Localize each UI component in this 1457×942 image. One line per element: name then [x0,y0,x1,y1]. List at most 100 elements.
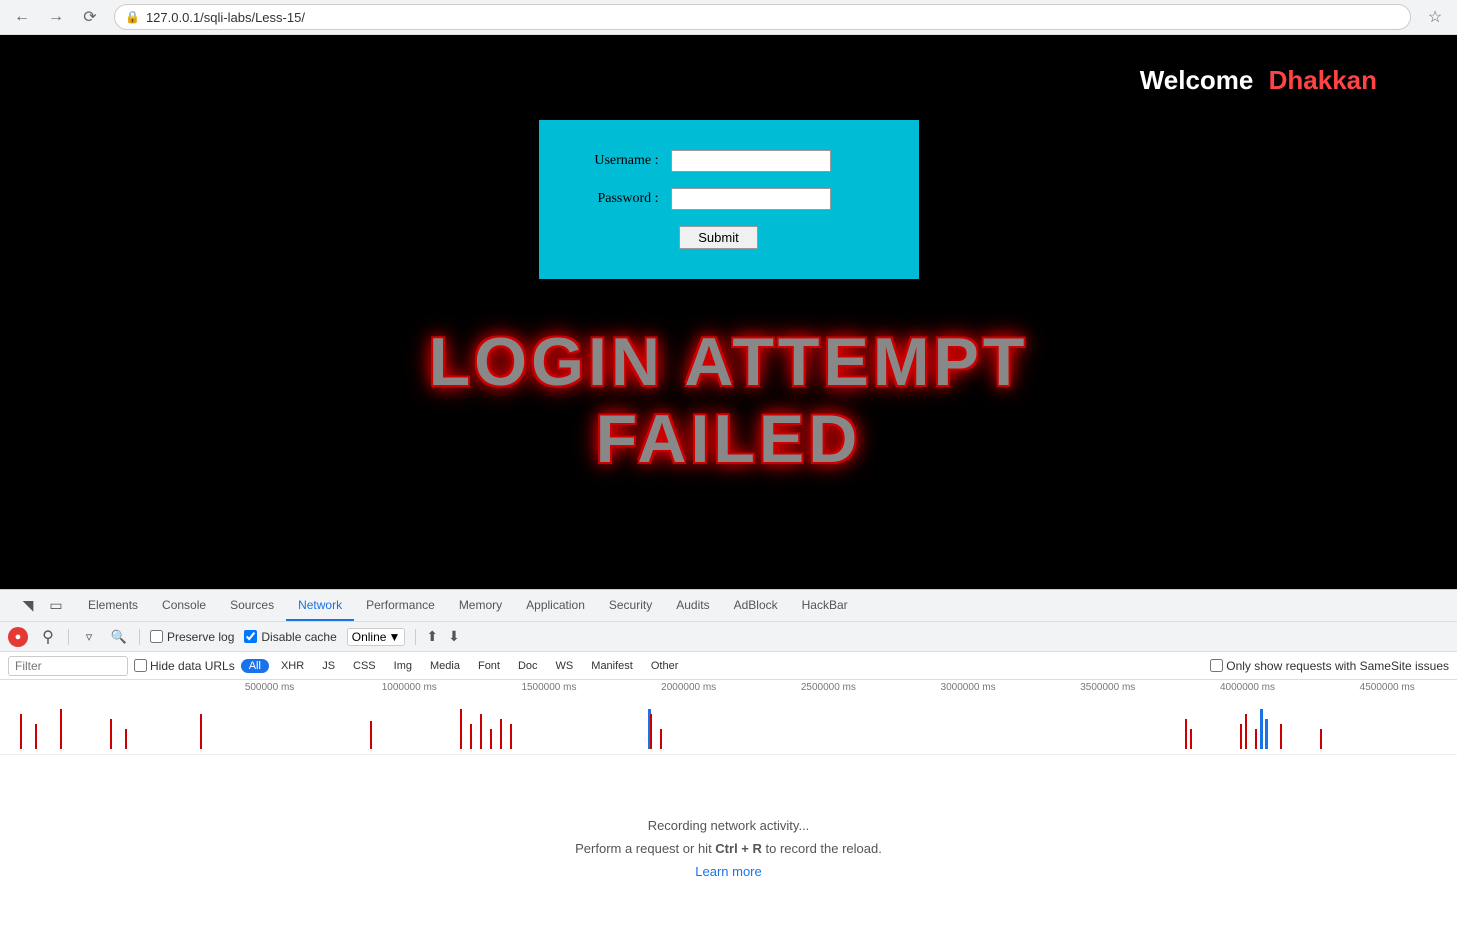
nav-buttons: ← → ⟳ [8,3,104,31]
welcome-name: Dhakkan [1269,65,1377,95]
filter-input[interactable] [15,659,115,673]
login-form-container: Username : Password : Submit [539,120,919,279]
download-icon[interactable]: ⬇ [448,628,460,645]
record-button[interactable]: ● [8,627,28,647]
timeline-label-9: 4500000 ms [1317,682,1457,693]
timeline-area: 500000 ms 1000000 ms 1500000 ms 2000000 … [0,680,1457,755]
chevron-down-icon: ▼ [388,630,400,644]
login-failed-message: LOGIN ATTEMPT FAILED [429,325,1029,478]
submit-button[interactable]: Submit [679,226,757,249]
tab-application[interactable]: Application [514,590,597,621]
network-activity-area: Recording network activity... Perform a … [0,755,1457,942]
upload-icon[interactable]: ⬆ [426,628,438,645]
devtools-panel: ◥ ▭ Elements Console Sources Network Per… [0,589,1457,942]
hide-data-urls-checkbox[interactable] [134,659,147,672]
browser-chrome: ← → ⟳ 🔒 127.0.0.1/sqli-labs/Less-15/ ☆ [0,0,1457,35]
forward-button[interactable]: → [42,3,70,31]
timeline-label-7: 3500000 ms [1038,682,1178,693]
tab-hackbar[interactable]: HackBar [790,590,860,621]
disable-cache-checkbox[interactable] [244,630,257,643]
type-btn-all[interactable]: All [241,659,269,673]
devtools-tabs: ◥ ▭ Elements Console Sources Network Per… [0,590,1457,622]
timeline-label-1: 500000 ms [200,682,340,693]
preserve-log-label: Preserve log [167,630,234,644]
timeline-label-3: 1500000 ms [479,682,619,693]
type-btn-ws[interactable]: WS [550,659,580,673]
type-btn-doc[interactable]: Doc [512,659,544,673]
shortcut-text: Ctrl + R [715,841,762,856]
inspect-element-button[interactable]: ◥ [16,594,40,618]
preserve-log-checkbox[interactable] [150,630,163,643]
perform-request-text: Perform a request or hit Ctrl + R to rec… [575,841,882,856]
timeline-bars [0,698,1457,754]
password-label: Password : [569,191,659,207]
disable-cache-label: Disable cache [261,630,336,644]
hide-data-urls-text: Hide data URLs [150,659,235,673]
tab-network[interactable]: Network [286,590,354,621]
timeline-label-5: 2500000 ms [759,682,899,693]
login-failed-line1: LOGIN ATTEMPT [429,325,1029,400]
devtools-filter-bar: Hide data URLs All XHR JS CSS Img Media … [0,652,1457,680]
samesite-text: Only show requests with SameSite issues [1226,659,1449,673]
type-btn-css[interactable]: CSS [347,659,382,673]
welcome-label: Welcome [1140,65,1254,95]
login-failed-line2: FAILED [429,400,1029,478]
toolbar-separator-1 [68,629,69,645]
timeline-label-0 [60,682,200,693]
type-btn-manifest[interactable]: Manifest [585,659,639,673]
timeline-label-4: 2000000 ms [619,682,759,693]
disable-cache-checkbox-label[interactable]: Disable cache [244,630,336,644]
password-row: Password : [569,188,869,210]
address-bar[interactable]: 🔒 127.0.0.1/sqli-labs/Less-15/ [114,4,1411,30]
tab-adblock[interactable]: AdBlock [722,590,790,621]
samesite-checkbox-label[interactable]: Only show requests with SameSite issues [1210,659,1449,673]
lock-icon: 🔒 [125,10,140,24]
tab-memory[interactable]: Memory [447,590,514,621]
password-input[interactable] [671,188,831,210]
devtools-toolbar: ● ⚲ ▿ 🔍 Preserve log Disable cache Onlin… [0,622,1457,652]
device-toolbar-button[interactable]: ▭ [44,594,68,618]
type-btn-js[interactable]: JS [316,659,341,673]
samesite-checkbox[interactable] [1210,659,1223,672]
back-button[interactable]: ← [8,3,36,31]
type-btn-media[interactable]: Media [424,659,466,673]
webpage: Welcome Dhakkan Username : Password : Su… [0,35,1457,589]
toolbar-separator-3 [415,629,416,645]
type-btn-font[interactable]: Font [472,659,506,673]
perform-before-text: Perform a request or hit [575,841,715,856]
filter-input-wrap [8,656,128,676]
tab-performance[interactable]: Performance [354,590,447,621]
timeline-label-6: 3000000 ms [898,682,1038,693]
filter-icon[interactable]: ▿ [79,627,99,647]
perform-after-text: to record the reload. [762,841,882,856]
hide-data-urls-label[interactable]: Hide data URLs [134,659,235,673]
tab-console[interactable]: Console [150,590,218,621]
welcome-header: Welcome Dhakkan [1140,65,1377,96]
reload-button[interactable]: ⟳ [76,3,104,31]
search-icon[interactable]: 🔍 [109,627,129,647]
username-label: Username : [569,153,659,169]
tab-security[interactable]: Security [597,590,664,621]
online-label: Online [352,630,387,644]
timeline-label-8: 4000000 ms [1178,682,1318,693]
learn-more-link[interactable]: Learn more [695,864,761,879]
timeline-labels: 500000 ms 1000000 ms 1500000 ms 2000000 … [0,682,1457,693]
recording-text: Recording network activity... [648,818,810,833]
username-row: Username : [569,150,869,172]
username-input[interactable] [671,150,831,172]
tab-elements[interactable]: Elements [76,590,150,621]
toolbar-separator-2 [139,629,140,645]
online-select[interactable]: Online ▼ [347,628,406,646]
bookmark-button[interactable]: ☆ [1421,3,1449,31]
type-btn-other[interactable]: Other [645,659,685,673]
tab-audits[interactable]: Audits [664,590,721,621]
type-btn-img[interactable]: Img [388,659,418,673]
clear-button[interactable]: ⚲ [38,627,58,647]
tab-sources[interactable]: Sources [218,590,286,621]
type-btn-xhr[interactable]: XHR [275,659,310,673]
url-text: 127.0.0.1/sqli-labs/Less-15/ [146,10,305,25]
timeline-label-2: 1000000 ms [339,682,479,693]
devtools-icon-group: ◥ ▭ [8,590,76,621]
submit-row: Submit [569,226,869,249]
preserve-log-checkbox-label[interactable]: Preserve log [150,630,234,644]
